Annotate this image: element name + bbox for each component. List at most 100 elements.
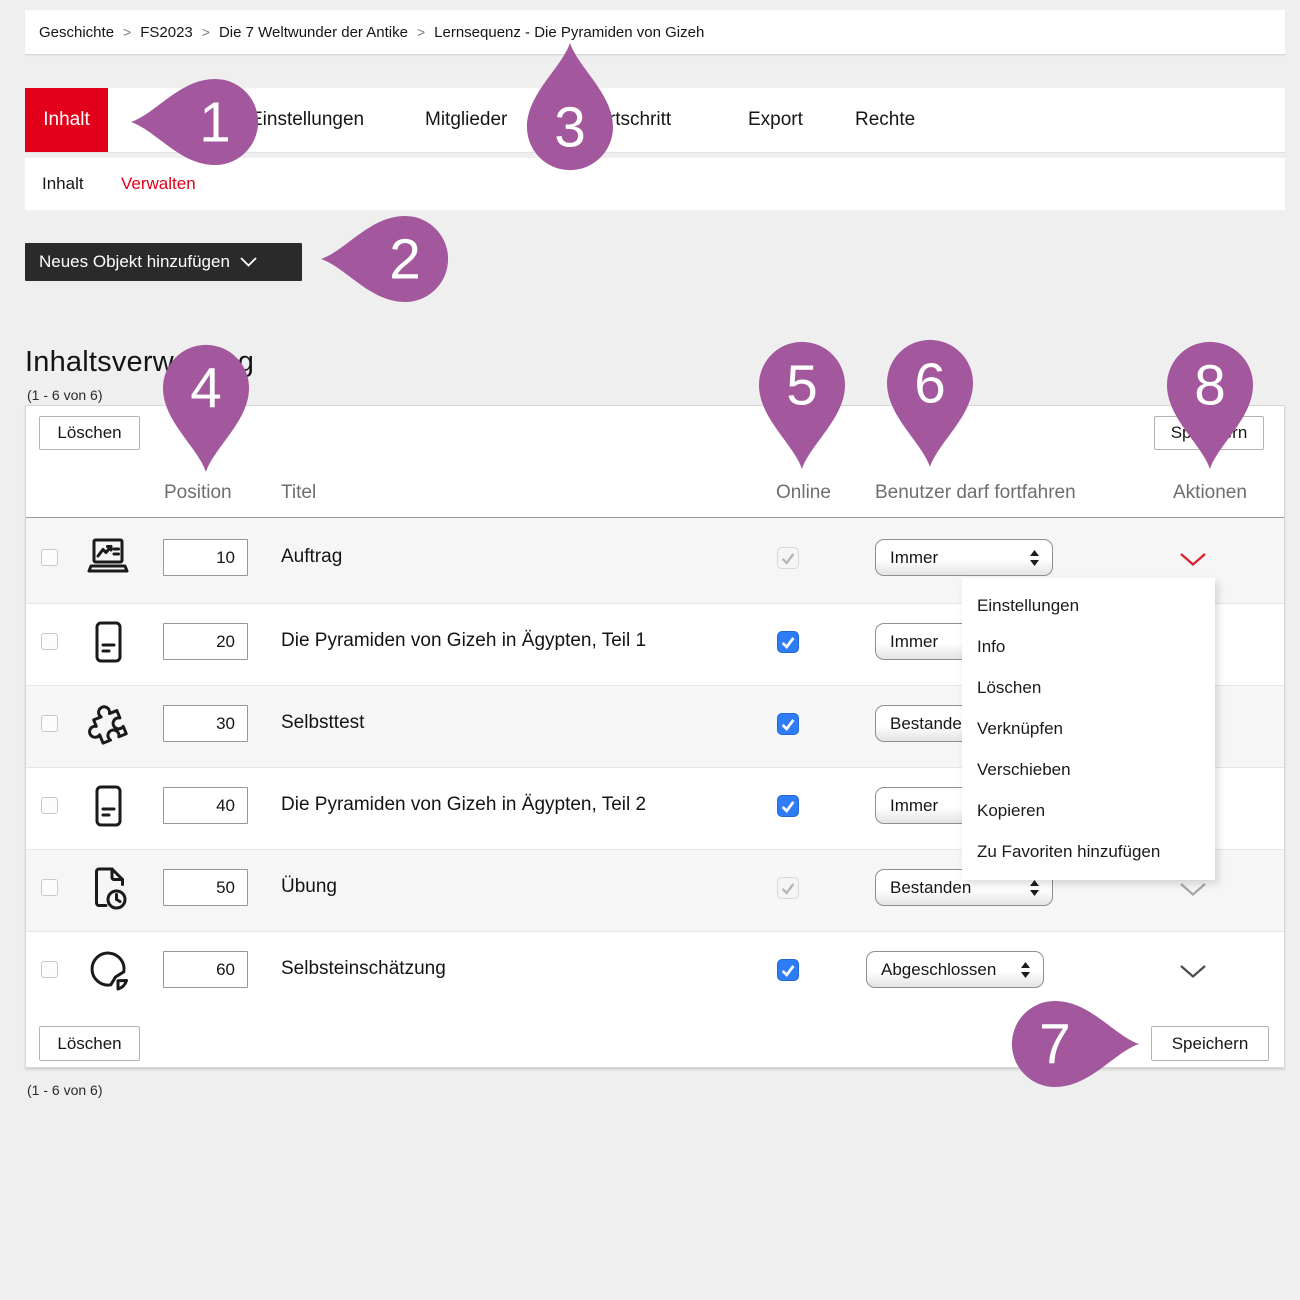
check-icon — [779, 633, 797, 651]
add-object-button[interactable]: Neues Objekt hinzufügen — [25, 243, 302, 281]
tab-lernfortschritt[interactable]: Lernfortschritt — [555, 88, 671, 152]
tab-label: Rechte — [855, 109, 915, 131]
breadcrumb-item[interactable]: Lernsequenz - Die Pyramiden von Gizeh — [434, 24, 704, 41]
proceed-value: Bestanden — [890, 878, 1029, 898]
tab-export[interactable]: Export — [748, 88, 803, 152]
proceed-value: Abgeschlossen — [881, 960, 1020, 980]
check-icon — [779, 879, 797, 897]
position-input[interactable] — [163, 787, 248, 824]
position-input[interactable] — [163, 623, 248, 660]
row-title[interactable]: Übung — [281, 876, 337, 898]
menu-item-zu-favoriten[interactable]: Zu Favoriten hinzufügen — [962, 831, 1215, 872]
breadcrumb-separator: > — [202, 24, 210, 40]
add-object-label: Neues Objekt hinzufügen — [39, 252, 230, 272]
position-input[interactable] — [163, 539, 248, 576]
check-icon — [779, 549, 797, 567]
page-clock-icon — [84, 864, 132, 912]
subtab-verwalten[interactable]: Verwalten — [121, 158, 196, 210]
tab-bar: Inhalt Einstellungen Mitglieder Lernfort… — [25, 88, 1285, 153]
check-icon — [779, 797, 797, 815]
position-input[interactable] — [163, 951, 248, 988]
column-header-online: Online — [776, 482, 831, 504]
select-arrows-icon — [1029, 879, 1040, 897]
subtab-label: Inhalt — [42, 174, 84, 194]
column-header-position: Position — [164, 482, 232, 504]
page-title: Inhaltsverwaltung — [25, 346, 254, 379]
actions-dropdown-menu: Einstellungen Info Löschen Verknüpfen Ve… — [962, 578, 1215, 880]
breadcrumb: Geschichte > FS2023 > Die 7 Weltwunder d… — [25, 10, 1285, 55]
position-input[interactable] — [163, 869, 248, 906]
delete-label: Löschen — [57, 423, 121, 443]
actions-chevron-icon[interactable] — [1179, 551, 1207, 567]
menu-item-verschieben[interactable]: Verschieben — [962, 749, 1215, 790]
proceed-value: Immer — [890, 548, 1029, 568]
row-select-checkbox[interactable] — [41, 961, 58, 978]
column-header-titel: Titel — [281, 482, 316, 504]
laptop-chart-icon — [84, 534, 132, 582]
check-icon — [779, 961, 797, 979]
column-header-aktionen: Aktionen — [1173, 482, 1247, 504]
row-select-checkbox[interactable] — [41, 549, 58, 566]
tab-rechte[interactable]: Rechte — [855, 88, 915, 152]
menu-item-einstellungen[interactable]: Einstellungen — [962, 585, 1215, 626]
delete-label: Löschen — [57, 1034, 121, 1054]
row-title[interactable]: Selbsteinschätzung — [281, 958, 446, 980]
row-select-checkbox[interactable] — [41, 715, 58, 732]
menu-item-kopieren[interactable]: Kopieren — [962, 790, 1215, 831]
tab-label: Export — [748, 109, 803, 131]
document-icon — [84, 618, 132, 666]
select-arrows-icon — [1020, 961, 1031, 979]
row-title[interactable]: Die Pyramiden von Gizeh in Ägypten, Teil… — [281, 794, 646, 816]
menu-item-loeschen[interactable]: Löschen — [962, 667, 1215, 708]
row-title[interactable]: Die Pyramiden von Gizeh in Ägypten, Teil… — [281, 630, 646, 652]
proceed-select[interactable]: Immer — [875, 539, 1053, 576]
menu-item-info[interactable]: Info — [962, 626, 1215, 667]
tab-mitglieder[interactable]: Mitglieder — [425, 88, 507, 152]
subtab-label: Verwalten — [121, 174, 196, 194]
tab-einstellungen[interactable]: Einstellungen — [250, 88, 364, 152]
online-checkbox[interactable] — [777, 877, 799, 899]
position-input[interactable] — [163, 705, 248, 742]
save-button-top[interactable]: Speichern — [1154, 416, 1264, 450]
pie-segment-icon — [84, 946, 132, 994]
online-checkbox[interactable] — [777, 795, 799, 817]
online-checkbox[interactable] — [777, 631, 799, 653]
save-label: Speichern — [1172, 1034, 1249, 1054]
online-checkbox[interactable] — [777, 547, 799, 569]
tab-inhalt[interactable]: Inhalt — [25, 88, 108, 152]
row-select-checkbox[interactable] — [41, 797, 58, 814]
row-select-checkbox[interactable] — [41, 633, 58, 650]
save-label: Speichern — [1171, 423, 1248, 443]
row-select-checkbox[interactable] — [41, 879, 58, 896]
row-title[interactable]: Auftrag — [281, 546, 342, 568]
menu-item-verknuepfen[interactable]: Verknüpfen — [962, 708, 1215, 749]
online-checkbox[interactable] — [777, 959, 799, 981]
column-header-proceed: Benutzer darf fortfahren — [875, 482, 1076, 504]
breadcrumb-item[interactable]: Geschichte — [39, 24, 114, 41]
save-button-bottom[interactable]: Speichern — [1151, 1026, 1269, 1061]
breadcrumb-item[interactable]: FS2023 — [140, 24, 193, 41]
row-title[interactable]: Selbsttest — [281, 712, 364, 734]
result-count-top: (1 - 6 von 6) — [27, 387, 102, 403]
result-count-bottom: (1 - 6 von 6) — [27, 1082, 102, 1098]
document-icon — [84, 782, 132, 830]
annotation-marker-2: 2 — [321, 210, 452, 313]
breadcrumb-separator: > — [123, 24, 131, 40]
subtab-bar: Inhalt Verwalten — [25, 158, 1285, 210]
delete-button-bottom[interactable]: Löschen — [39, 1026, 140, 1061]
actions-chevron-icon[interactable] — [1179, 963, 1207, 979]
tab-label: Einstellungen — [250, 109, 364, 131]
select-arrows-icon — [1029, 549, 1040, 567]
svg-text:2: 2 — [389, 229, 421, 292]
subtab-inhalt[interactable]: Inhalt — [42, 158, 84, 210]
actions-chevron-icon[interactable] — [1179, 881, 1207, 897]
breadcrumb-separator: > — [417, 24, 425, 40]
proceed-select[interactable]: Abgeschlossen — [866, 951, 1044, 988]
tab-label: Mitglieder — [425, 109, 507, 131]
table-row: Selbsteinschätzung Abgeschlossen — [26, 932, 1284, 1014]
breadcrumb-item[interactable]: Die 7 Weltwunder der Antike — [219, 24, 408, 41]
delete-button-top[interactable]: Löschen — [39, 416, 140, 450]
online-checkbox[interactable] — [777, 713, 799, 735]
puzzle-icon — [84, 700, 132, 748]
tab-label: Inhalt — [43, 109, 89, 131]
